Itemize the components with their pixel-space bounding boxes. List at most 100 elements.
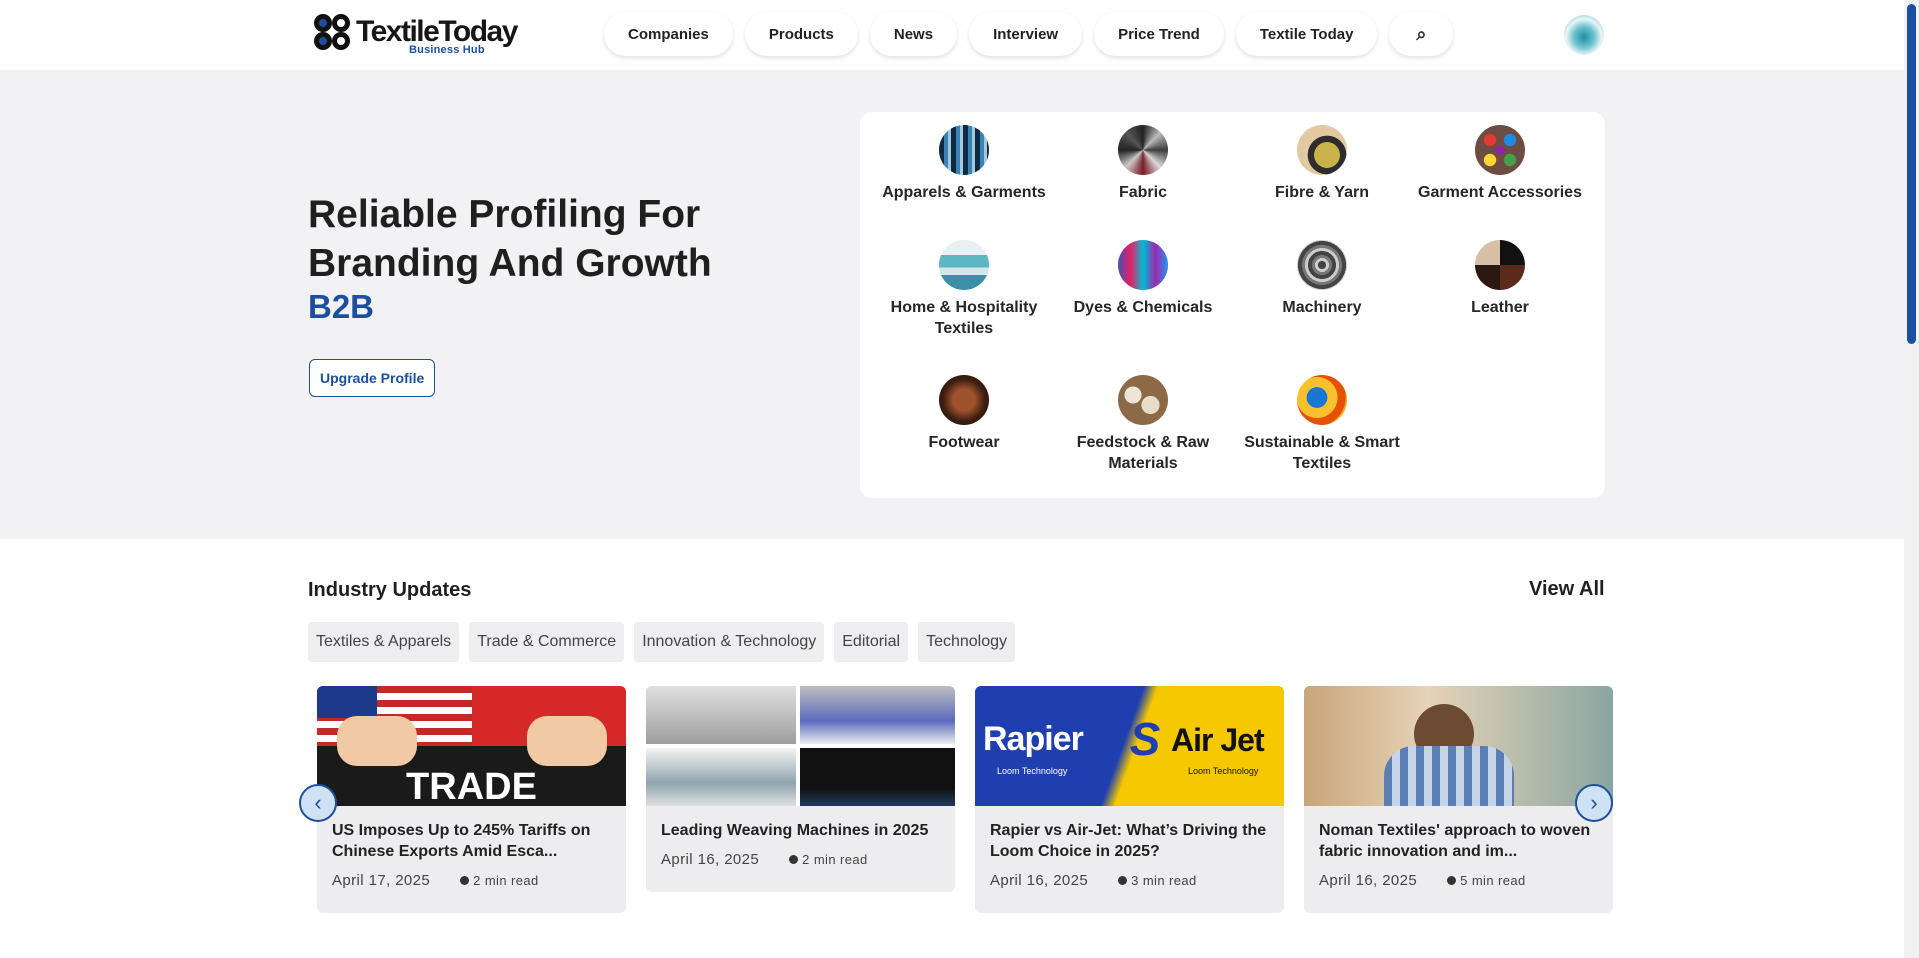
raw-materials-icon: [1118, 375, 1168, 425]
chip-editorial[interactable]: Editorial: [834, 622, 909, 662]
chevron-left-icon: ‹: [314, 790, 322, 815]
news-card-image: TRADE: [317, 686, 626, 806]
trade-image-text: TRADE: [406, 766, 537, 806]
category-label: Sustainable & Smart Textiles: [1244, 434, 1400, 472]
sustainable-textiles-icon: [1297, 375, 1347, 425]
category-label: Feedstock & Raw Materials: [1076, 434, 1210, 472]
category-label: Apparels & Garments: [882, 184, 1046, 201]
category-leather[interactable]: Leather: [1411, 240, 1589, 318]
rapier-image-subtext: Loom Technology: [997, 766, 1068, 776]
nav-companies[interactable]: Companies: [604, 12, 733, 56]
logo[interactable]: TextileToday Business Hub: [312, 12, 518, 58]
airjet-image-subtext: Loom Technology: [1188, 766, 1259, 776]
category-label: Footwear: [928, 434, 1000, 451]
page-scrollbar[interactable]: [1904, 0, 1919, 958]
category-label: Fibre & Yarn: [1275, 184, 1369, 201]
category-garment-accessories[interactable]: Garment Accessories: [1411, 125, 1589, 203]
news-card-date: April 17, 2025: [332, 872, 431, 889]
news-card-meta: April 17, 2025 2 min read: [317, 862, 626, 909]
nav-interview[interactable]: Interview: [969, 12, 1083, 56]
dot-icon: [789, 855, 799, 864]
home-textiles-icon: [939, 240, 989, 290]
news-card-meta: April 16, 2025 5 min read: [1304, 862, 1613, 909]
category-sustainable-smart[interactable]: Sustainable & Smart Textiles: [1233, 375, 1411, 474]
airjet-image-text: Air Jet: [1171, 722, 1265, 758]
news-card-date: April 16, 2025: [1319, 872, 1418, 889]
hero-section: Reliable Profiling For Branding And Grow…: [0, 70, 1904, 539]
hero-accent: B2B: [308, 288, 375, 325]
category-label: Dyes & Chemicals: [1073, 299, 1213, 316]
category-panel: Apparels & Garments Fabric Fibre & Yarn …: [860, 112, 1605, 498]
vs-image-text: VS: [1099, 713, 1161, 765]
logo-subtitle: Business Hub: [409, 44, 485, 56]
scrollbar-thumb[interactable]: [1907, 4, 1916, 344]
chip-textiles-apparels[interactable]: Textiles & Apparels: [308, 622, 460, 662]
category-fibre-yarn[interactable]: Fibre & Yarn: [1233, 125, 1411, 203]
chip-innovation-technology[interactable]: Innovation & Technology: [634, 622, 825, 662]
nav-news[interactable]: News: [869, 12, 958, 56]
news-card-title: Rapier vs Air-Jet: What’s Driving the Lo…: [990, 822, 1267, 860]
fabric-icon: [1118, 125, 1168, 175]
logo-mark-icon: [314, 14, 350, 50]
news-card[interactable]: TRADE US Imposes Up to 245% Tariffs on C…: [317, 686, 626, 913]
industry-updates-title: Industry Updates: [308, 579, 472, 601]
news-card-title: Noman Textiles' approach to woven fabric…: [1319, 822, 1591, 860]
news-card[interactable]: Rapier VS Air Jet Loom Technology Loom T…: [975, 686, 1284, 913]
category-home-hospitality[interactable]: Home & Hospitality Textiles: [875, 240, 1053, 339]
category-footwear[interactable]: Footwear: [875, 375, 1053, 453]
news-card[interactable]: Noman Textiles' approach to woven fabric…: [1304, 686, 1613, 913]
news-card-read-time: 5 min read: [1460, 873, 1526, 888]
carousel-prev-button[interactable]: ‹: [299, 784, 337, 822]
news-card-read-time: 2 min read: [802, 852, 868, 867]
avatar[interactable]: [1564, 15, 1604, 55]
news-card-date: April 16, 2025: [661, 851, 760, 868]
chip-trade-commerce[interactable]: Trade & Commerce: [469, 622, 625, 662]
dot-icon: [1118, 876, 1128, 885]
news-card-read-time: 2 min read: [473, 873, 539, 888]
dot-icon: [1447, 876, 1457, 885]
view-all-link[interactable]: View All: [1529, 578, 1605, 601]
nav-textile-today[interactable]: Textile Today: [1235, 12, 1378, 56]
buttons-icon: [1475, 125, 1525, 175]
category-label: Fabric: [1118, 184, 1167, 201]
site-header: TextileToday Business Hub Companies Prod…: [0, 0, 1904, 70]
nav-products[interactable]: Products: [744, 12, 858, 56]
category-label: Machinery: [1282, 299, 1362, 316]
category-label: Home & Hospitality Textiles: [890, 299, 1038, 337]
nav-price-trend[interactable]: Price Trend: [1094, 12, 1224, 56]
category-fabric[interactable]: Fabric: [1054, 125, 1232, 203]
news-card-date: April 16, 2025: [990, 872, 1089, 889]
main-nav: Companies Products News Interview Price …: [604, 12, 1454, 56]
news-card-meta: April 16, 2025 3 min read: [975, 862, 1284, 909]
news-card-read-time: 3 min read: [1131, 873, 1197, 888]
news-card-title: Leading Weaving Machines in 2025: [661, 822, 929, 839]
category-apparels-garments[interactable]: Apparels & Garments: [875, 125, 1053, 203]
category-label: Garment Accessories: [1418, 184, 1582, 201]
category-machinery[interactable]: Machinery: [1233, 240, 1411, 318]
yarn-icon: [1297, 125, 1347, 175]
news-card-image: Rapier VS Air Jet Loom Technology Loom T…: [975, 686, 1284, 806]
news-card[interactable]: Leading Weaving Machines in 2025 April 1…: [646, 686, 955, 892]
upgrade-profile-button[interactable]: Upgrade Profile: [309, 359, 436, 397]
chevron-right-icon: ›: [1590, 790, 1598, 815]
category-dyes-chemicals[interactable]: Dyes & Chemicals: [1054, 240, 1232, 318]
dyes-icon: [1118, 240, 1168, 290]
chip-technology[interactable]: Technology: [918, 622, 1016, 662]
leather-icon: [1475, 240, 1525, 290]
category-label: Leather: [1471, 299, 1529, 316]
hero-title: Reliable Profiling For Branding And Grow…: [308, 193, 712, 285]
category-feedstock-raw[interactable]: Feedstock & Raw Materials: [1054, 375, 1232, 474]
news-card-title: US Imposes Up to 245% Tariffs on Chinese…: [332, 822, 591, 860]
search-icon: ⌕: [1416, 23, 1427, 44]
rapier-image-text: Rapier: [983, 720, 1084, 758]
update-category-chips: Textiles & Apparels Trade & Commerce Inn…: [308, 622, 1016, 662]
search-button[interactable]: ⌕: [1389, 12, 1454, 56]
dot-icon: [460, 876, 470, 885]
machinery-icon: [1297, 240, 1347, 290]
news-card-image: [1304, 686, 1613, 806]
news-card-image: [646, 686, 955, 806]
carousel-next-button[interactable]: ›: [1575, 784, 1613, 822]
news-card-meta: April 16, 2025 2 min read: [646, 841, 955, 888]
footwear-icon: [939, 375, 989, 425]
apparels-icon: [939, 125, 989, 175]
